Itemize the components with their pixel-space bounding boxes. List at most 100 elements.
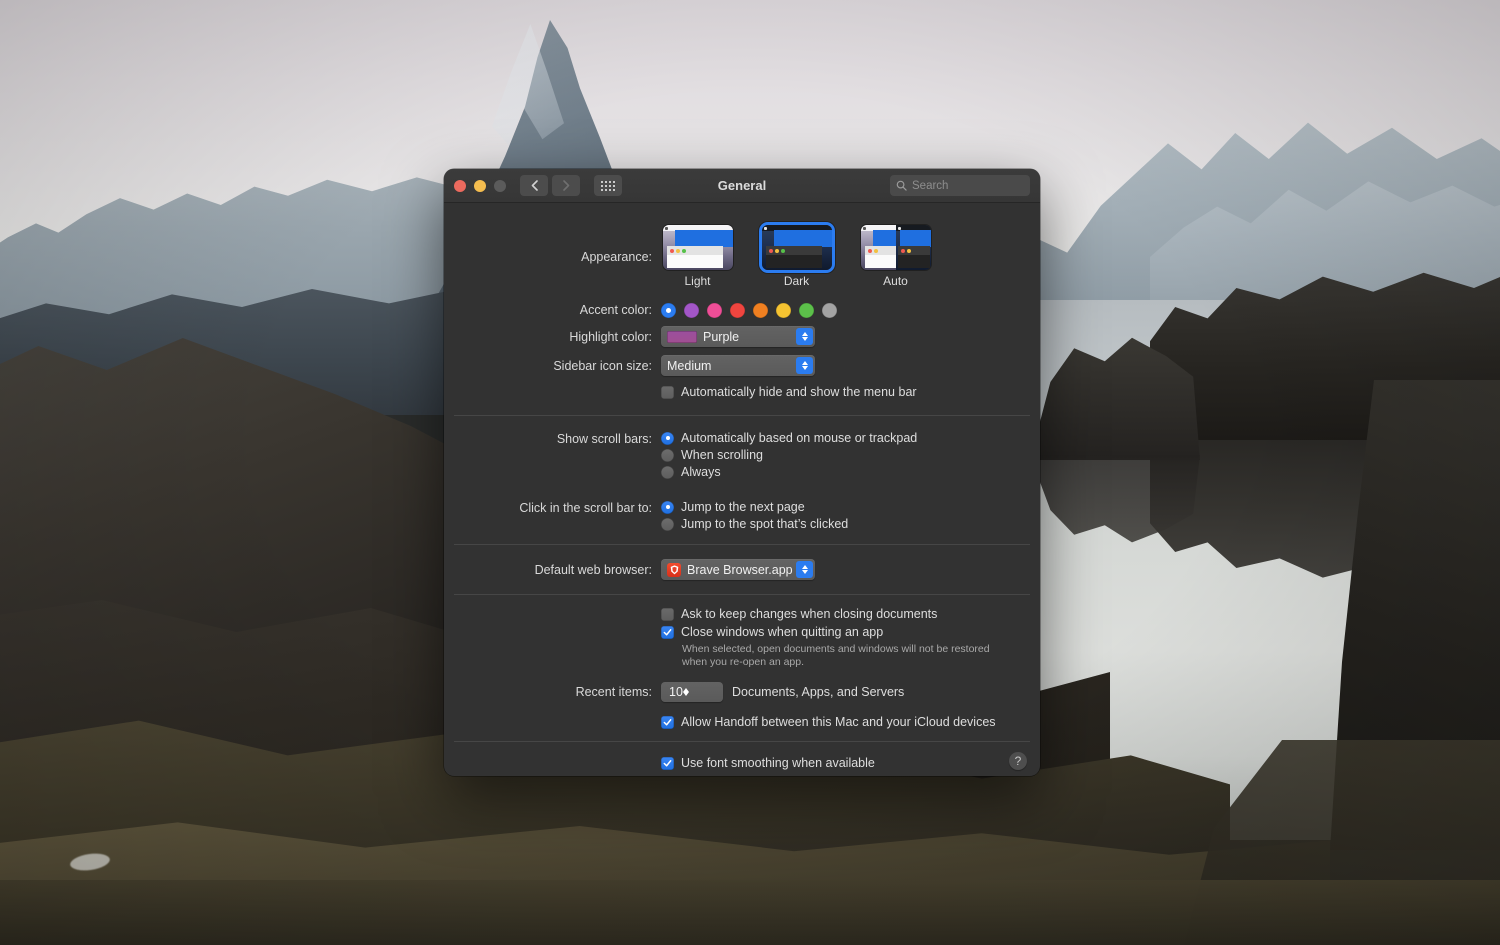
chevron-right-icon	[562, 180, 569, 191]
close-windows-checkbox-row[interactable]: Close windows when quitting an app	[661, 625, 1040, 639]
navigation-buttons	[520, 175, 622, 196]
ask-keep-changes-label: Ask to keep changes when closing documen…	[681, 607, 938, 621]
scroll-click-option-next-page[interactable]: Jump to the next page	[661, 500, 1040, 514]
appearance-option-auto[interactable]: Auto	[859, 225, 932, 288]
highlight-color-select[interactable]: Purple	[661, 326, 815, 347]
font-smoothing-row: Use font smoothing when available	[444, 756, 1040, 770]
font-smoothing-section: Use font smoothing when available	[444, 742, 1040, 776]
forward-button[interactable]	[552, 175, 580, 196]
default-browser-select[interactable]: Brave Browser.app	[661, 559, 815, 580]
show-all-button[interactable]	[594, 175, 622, 196]
close-windows-help-text: When selected, open documents and window…	[682, 643, 990, 668]
appearance-caption-light: Light	[684, 274, 711, 288]
recent-items-row: Recent items: 10 Documents, Apps, and Se…	[444, 669, 1040, 702]
appearance-caption-auto: Auto	[883, 274, 908, 288]
handoff-checkbox-row[interactable]: Allow Handoff between this Mac and your …	[661, 715, 1040, 729]
appearance-row: Appearance: Light Dark Auto	[444, 213, 1040, 288]
back-button[interactable]	[520, 175, 548, 196]
default-browser-row: Default web browser: Brave Browser.app	[444, 559, 1040, 580]
radio-auto[interactable]	[661, 431, 674, 445]
scroll-click-option-next-page-label: Jump to the next page	[681, 500, 805, 514]
documents-section: Ask to keep changes when closing documen…	[444, 595, 1040, 741]
accent-swatch-pink[interactable]	[707, 302, 722, 318]
sidebar-icon-size-row: Sidebar icon size: Medium	[444, 347, 1040, 376]
sidebar-icon-size-label: Sidebar icon size:	[553, 358, 652, 373]
highlight-color-value: Purple	[703, 329, 740, 344]
appearance-option-dark[interactable]: Dark	[760, 225, 833, 288]
preferences-content: Appearance: Light Dark Auto Accent color…	[444, 203, 1040, 776]
font-smoothing-checkbox[interactable]	[661, 756, 674, 770]
chevron-updown-icon	[796, 561, 813, 578]
default-browser-section: Default web browser: Brave Browser.app	[444, 545, 1040, 594]
appearance-thumbnail-dark	[761, 225, 832, 270]
scroll-bars-section: Show scroll bars: Automatically based on…	[444, 416, 1040, 544]
traffic-lights	[454, 179, 506, 192]
scroll-bars-option-when-scrolling-label: When scrolling	[681, 448, 763, 462]
ask-keep-changes-row: Ask to keep changes when closing documen…	[444, 607, 1040, 669]
scroll-bars-option-always[interactable]: Always	[661, 465, 1040, 479]
minimize-button[interactable]	[474, 179, 486, 192]
appearance-options: Light Dark Auto	[661, 225, 1040, 288]
brave-browser-icon	[667, 562, 681, 577]
scroll-bars-option-auto[interactable]: Automatically based on mouse or trackpad	[661, 431, 1040, 445]
recent-items-value: 10	[669, 685, 683, 699]
menu-bar-row: Automatically hide and show the menu bar	[444, 376, 1040, 405]
stepper-arrows-icon[interactable]	[682, 688, 689, 696]
accent-swatch-blue[interactable]	[661, 302, 676, 318]
auto-hide-menu-bar-checkbox-row[interactable]: Automatically hide and show the menu bar	[661, 385, 1040, 399]
accent-color-swatches	[661, 302, 1040, 318]
brave-lion-icon	[670, 564, 678, 574]
recent-items-label: Recent items:	[575, 685, 652, 699]
checkmark-icon	[663, 628, 672, 636]
accent-swatch-purple[interactable]	[684, 302, 699, 318]
chevron-updown-icon	[796, 328, 813, 345]
checkmark-icon	[663, 759, 672, 767]
accent-swatch-red[interactable]	[730, 302, 745, 318]
sidebar-icon-size-select[interactable]: Medium	[661, 355, 815, 376]
handoff-label: Allow Handoff between this Mac and your …	[681, 715, 996, 729]
accent-color-row: Accent color:	[444, 288, 1040, 318]
recent-items-controls: 10 Documents, Apps, and Servers	[661, 682, 1040, 702]
scroll-click-option-spot-clicked[interactable]: Jump to the spot that’s clicked	[661, 517, 1040, 531]
help-button[interactable]: ?	[1009, 752, 1027, 770]
radio-next-page[interactable]	[661, 500, 674, 514]
radio-spot-clicked[interactable]	[661, 517, 674, 531]
help-glyph: ?	[1014, 754, 1022, 768]
scroll-click-option-spot-clicked-label: Jump to the spot that’s clicked	[681, 517, 849, 531]
appearance-thumbnail-light	[662, 225, 733, 270]
checkmark-icon	[663, 718, 672, 726]
recent-items-stepper[interactable]: 10	[661, 682, 723, 702]
accent-color-label: Accent color:	[579, 303, 652, 317]
appearance-caption-dark: Dark	[783, 274, 810, 288]
scroll-bars-option-auto-label: Automatically based on mouse or trackpad	[681, 431, 918, 445]
close-button[interactable]	[454, 179, 466, 192]
ask-keep-changes-checkbox-row[interactable]: Ask to keep changes when closing documen…	[661, 607, 1040, 621]
close-windows-checkbox[interactable]	[661, 625, 674, 639]
zoom-button[interactable]	[494, 179, 506, 192]
radio-when-scrolling[interactable]	[661, 448, 674, 462]
search-icon	[896, 180, 907, 191]
search-field[interactable]	[890, 175, 1030, 196]
appearance-option-light[interactable]: Light	[661, 225, 734, 288]
ask-keep-changes-checkbox[interactable]	[661, 607, 674, 621]
font-smoothing-checkbox-row[interactable]: Use font smoothing when available	[661, 756, 1040, 770]
accent-swatch-graphite[interactable]	[822, 302, 837, 318]
search-input[interactable]	[912, 179, 1024, 192]
grid-icon	[601, 180, 615, 191]
default-browser-label: Default web browser:	[534, 562, 652, 577]
appearance-thumbnail-auto	[860, 225, 931, 270]
window-titlebar: General	[444, 169, 1040, 203]
radio-always[interactable]	[661, 465, 674, 479]
close-windows-label: Close windows when quitting an app	[681, 625, 884, 639]
auto-hide-menu-bar-checkbox[interactable]	[661, 385, 674, 399]
scroll-bars-option-always-label: Always	[681, 465, 721, 479]
handoff-checkbox[interactable]	[661, 715, 674, 729]
accent-swatch-orange[interactable]	[753, 302, 768, 318]
accent-swatch-yellow[interactable]	[776, 302, 791, 318]
accent-swatch-green[interactable]	[799, 302, 814, 318]
scroll-bars-option-when-scrolling[interactable]: When scrolling	[661, 448, 1040, 462]
chevron-updown-icon	[796, 357, 813, 374]
sidebar-icon-size-value: Medium	[667, 358, 712, 373]
show-scroll-bars-row: Show scroll bars: Automatically based on…	[444, 426, 1040, 482]
font-smoothing-label: Use font smoothing when available	[681, 756, 875, 770]
